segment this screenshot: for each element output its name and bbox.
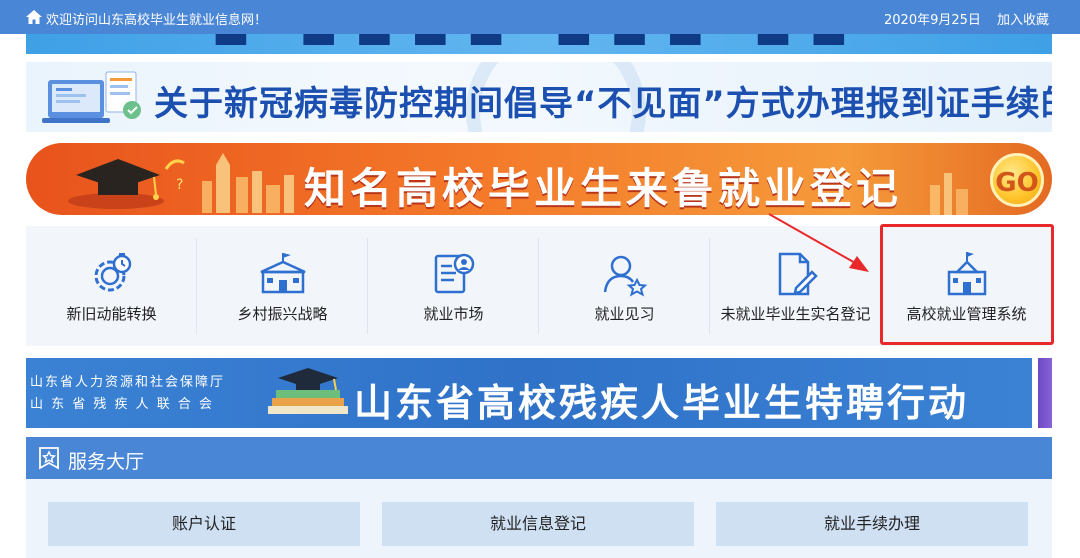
graduation-cap-icon: ?: [68, 159, 185, 209]
service-hall: 服务大厅 账户认证 就业信息登记 就业手续办理: [26, 437, 1052, 558]
org-name-hrss: 山东省人力资源和社会保障厅: [30, 375, 226, 390]
side-banner-edge[interactable]: [1038, 358, 1052, 428]
nav-item-label: 未就业毕业生实名登记: [720, 305, 871, 323]
top-bar: 欢迎访问山东高校毕业生就业信息网！ 2020年9月25日 加入收藏: [0, 0, 1080, 34]
resume-icon: [434, 253, 475, 294]
graduation-books-illustration: [268, 368, 348, 414]
famous-graduates-banner[interactable]: ? 知名高校毕业生来鲁就业登记 GO: [26, 143, 1052, 215]
add-favorite-link[interactable]: 加入收藏: [997, 9, 1049, 28]
famous-banner-title: 知名高校毕业生来鲁就业登记: [304, 164, 903, 213]
nav-item-new-old-energy[interactable]: 新旧动能转换: [26, 226, 197, 346]
svg-text:?: ?: [176, 177, 183, 193]
quick-nav: 新旧动能转换 乡村振兴战略 就业市场 就业见习 未就业毕业生实名登记 高校就业管…: [26, 226, 1052, 346]
nav-item-label: 高校就业管理系统: [906, 305, 1027, 323]
nav-item-internship[interactable]: 就业见习: [539, 226, 710, 346]
home-icon[interactable]: [26, 10, 42, 24]
covid-notice-banner[interactable]: 关于新冠病毒防控期间倡导“不见面”方式办理报到证手续的倡议书: [26, 62, 1052, 132]
nav-item-rural-revitalization[interactable]: 乡村振兴战略: [197, 226, 368, 346]
service-hall-title: 服务大厅: [68, 451, 145, 473]
welcome-text: 欢迎访问山东高校毕业生就业信息网！: [46, 13, 268, 28]
covid-banner-title: 关于新冠病毒防控期间倡导“不见面”方式办理报到证手续的倡议书: [154, 84, 1052, 124]
employment-info-registration-button[interactable]: 就业信息登记: [382, 502, 694, 546]
school-building-icon: [260, 253, 306, 294]
employment-procedures-button[interactable]: 就业手续办理: [716, 502, 1028, 546]
online-office-illustration: [42, 71, 141, 123]
nav-item-label: 就业市场: [423, 305, 484, 323]
badge-star-icon: [39, 447, 59, 470]
top-banner-partial[interactable]: ▬ ▬▬▬▬ ▬▬▬ ▬▬: [26, 34, 1052, 54]
nav-item-label: 乡村振兴战略: [237, 305, 328, 323]
disabled-banner-title: 山东省高校残疾人毕业生特聘行动: [354, 381, 970, 425]
service-hall-header: 服务大厅: [26, 437, 1052, 479]
nav-item-label: 新旧动能转换: [66, 305, 157, 323]
nav-item-job-market[interactable]: 就业市场: [368, 226, 539, 346]
disabled-graduates-banner[interactable]: 山东省人力资源和社会保障厅 山 东 省 残 疾 人 联 合 会 山东省高校残疾人…: [26, 358, 1032, 428]
document-edit-icon: [778, 252, 818, 296]
user-star-icon: [603, 255, 648, 297]
nav-item-university-employment-system[interactable]: 高校就业管理系统: [881, 226, 1052, 346]
current-date: 2020年9月25日: [884, 13, 981, 28]
go-button[interactable]: GO: [990, 153, 1044, 207]
org-name-disabled-federation: 山 东 省 残 疾 人 联 合 会: [30, 397, 215, 412]
skyline-illustration: [202, 153, 294, 213]
account-auth-button[interactable]: 账户认证: [48, 502, 360, 546]
school-flag-icon: [947, 252, 987, 296]
nav-item-unemployed-registration[interactable]: 未就业毕业生实名登记: [710, 226, 881, 346]
gear-clock-icon: [94, 253, 132, 292]
nav-item-label: 就业见习: [594, 305, 655, 323]
